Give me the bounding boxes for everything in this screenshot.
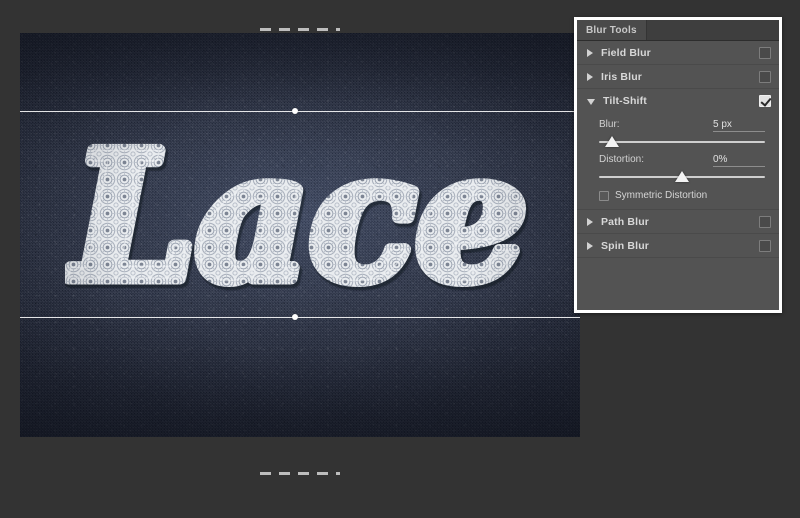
checkbox-symmetric-distortion[interactable] bbox=[599, 190, 609, 201]
tiltshift-feather-line-bottom[interactable] bbox=[260, 472, 340, 475]
blur-amount-row: Blur: 5 px bbox=[599, 119, 765, 132]
tiltshift-handle-bottom[interactable] bbox=[292, 314, 298, 320]
tab-blur-tools[interactable]: Blur Tools bbox=[577, 20, 647, 40]
blur-amount-slider[interactable] bbox=[599, 135, 765, 149]
blur-tools-panel: Blur Tools Field Blur Iris Blur Tilt-Shi… bbox=[574, 17, 782, 313]
blur-row-label-iris-blur: Iris Blur bbox=[601, 70, 643, 83]
blur-amount-label: Blur: bbox=[599, 119, 620, 130]
blur-row-label-path-blur: Path Blur bbox=[601, 215, 650, 228]
blur-row-label-tilt-shift: Tilt-Shift bbox=[603, 95, 647, 107]
distortion-label: Distortion: bbox=[599, 154, 645, 165]
tiltshift-feather-line-top[interactable] bbox=[260, 28, 340, 31]
symmetric-distortion-row[interactable]: Symmetric Distortion bbox=[599, 190, 765, 201]
photoshop-workspace: Lace Lace Lace bbox=[0, 0, 800, 518]
blur-amount-value[interactable]: 5 px bbox=[713, 119, 765, 132]
blur-row-path-blur[interactable]: Path Blur bbox=[577, 210, 779, 234]
blur-row-spin-blur[interactable]: Spin Blur bbox=[577, 234, 779, 258]
blur-row-field-blur[interactable]: Field Blur bbox=[577, 41, 779, 65]
blur-row-tilt-shift[interactable]: Tilt-Shift bbox=[577, 89, 779, 113]
panel-tab-bar: Blur Tools bbox=[577, 20, 779, 41]
blur-amount-slider-thumb[interactable] bbox=[605, 136, 620, 147]
tilt-shift-controls: Blur: 5 px Distortion: 0% Symmetric Dist… bbox=[577, 113, 779, 210]
triangle-right-icon[interactable] bbox=[587, 241, 593, 250]
triangle-right-icon[interactable] bbox=[587, 217, 593, 226]
distortion-value[interactable]: 0% bbox=[713, 154, 765, 167]
checkbox-spin-blur[interactable] bbox=[759, 239, 771, 252]
distortion-slider-thumb[interactable] bbox=[675, 171, 689, 182]
blur-row-label-spin-blur: Spin Blur bbox=[601, 239, 650, 252]
checkbox-field-blur[interactable] bbox=[759, 46, 771, 59]
canvas-blur-vignette bbox=[20, 33, 580, 437]
triangle-down-icon[interactable] bbox=[587, 99, 595, 105]
distortion-slider[interactable] bbox=[599, 170, 765, 184]
checkbox-path-blur[interactable] bbox=[759, 215, 771, 228]
triangle-right-icon[interactable] bbox=[587, 72, 593, 81]
tiltshift-handle-top[interactable] bbox=[292, 108, 298, 114]
distortion-row: Distortion: 0% bbox=[599, 154, 765, 167]
panel-body: Field Blur Iris Blur Tilt-Shift Blur: 5 … bbox=[577, 41, 779, 310]
checkbox-tilt-shift[interactable] bbox=[759, 95, 771, 107]
checkbox-iris-blur[interactable] bbox=[759, 70, 771, 83]
triangle-right-icon[interactable] bbox=[587, 48, 593, 57]
symmetric-distortion-label: Symmetric Distortion bbox=[615, 190, 708, 201]
blur-amount-slider-track[interactable] bbox=[599, 141, 765, 143]
blur-row-iris-blur[interactable]: Iris Blur bbox=[577, 65, 779, 89]
blur-row-label-field-blur: Field Blur bbox=[601, 46, 651, 59]
image-canvas[interactable]: Lace Lace Lace bbox=[20, 33, 580, 437]
